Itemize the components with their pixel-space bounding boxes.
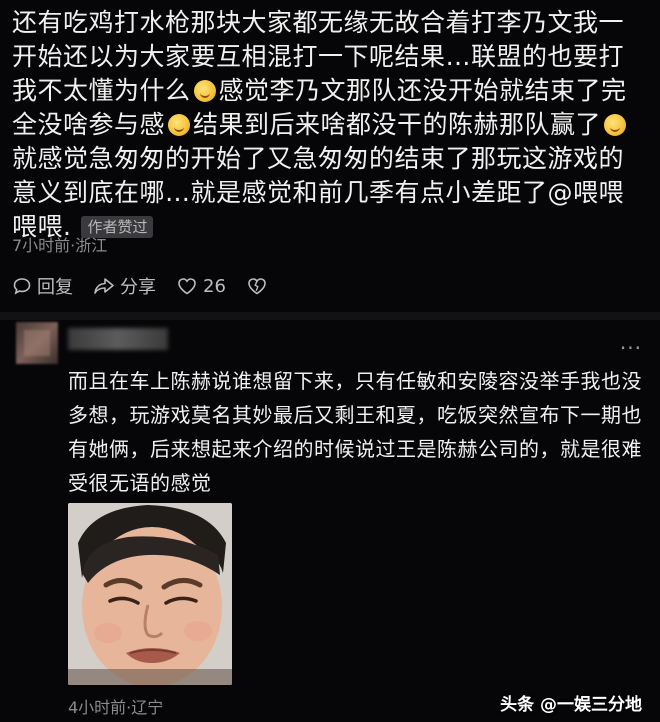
smile-emoji-icon bbox=[193, 80, 216, 102]
source-watermark: 头条 @一娱三分地 bbox=[500, 695, 642, 715]
comment-divider bbox=[0, 312, 660, 320]
more-options-icon[interactable]: ··· bbox=[620, 336, 642, 360]
comment-1-meta: 7小时前·浙江 bbox=[12, 236, 108, 255]
like-count: 26 bbox=[203, 275, 226, 297]
comment-1-actions: 回复 分享 26 bbox=[12, 274, 268, 298]
share-button[interactable]: 分享 bbox=[93, 273, 156, 299]
like-button[interactable]: 26 bbox=[176, 276, 226, 297]
comment-1-text: 还有吃鸡打水枪那块大家都无缘无故合着打李乃文我一开始还以为大家要互相混打一下呢结… bbox=[12, 6, 648, 244]
username-blurred[interactable] bbox=[68, 328, 168, 350]
smile-emoji-icon bbox=[168, 114, 191, 136]
avatar[interactable] bbox=[16, 322, 58, 364]
share-arrow-icon bbox=[94, 278, 114, 294]
broken-heart-icon bbox=[248, 278, 266, 295]
reply-button[interactable]: 回复 bbox=[12, 273, 73, 299]
heart-icon bbox=[178, 278, 196, 295]
comment-2-meta: 4小时前·辽宁 bbox=[68, 698, 164, 717]
comment-2: 而且在车上陈赫说谁想留下来，只有任敏和安陵容没举手我也没多想，玩游戏莫名其妙最后… bbox=[68, 364, 648, 500]
dislike-button[interactable] bbox=[246, 276, 268, 296]
comment-2-text: 而且在车上陈赫说谁想留下来，只有任敏和安陵容没举手我也没多想，玩游戏莫名其妙最后… bbox=[68, 369, 642, 495]
share-label: 分享 bbox=[120, 277, 156, 298]
comment-1-text-part: 结果到后来啥都没干的陈赫那队赢了 bbox=[193, 110, 602, 139]
reply-label: 回复 bbox=[37, 277, 73, 298]
smile-emoji-icon bbox=[604, 114, 627, 136]
crying-face-illustration bbox=[68, 503, 232, 685]
comment-1: 还有吃鸡打水枪那块大家都无缘无故合着打李乃文我一开始还以为大家要互相混打一下呢结… bbox=[12, 6, 648, 244]
reply-bubble-icon bbox=[13, 278, 31, 295]
meme-image[interactable] bbox=[68, 503, 232, 685]
